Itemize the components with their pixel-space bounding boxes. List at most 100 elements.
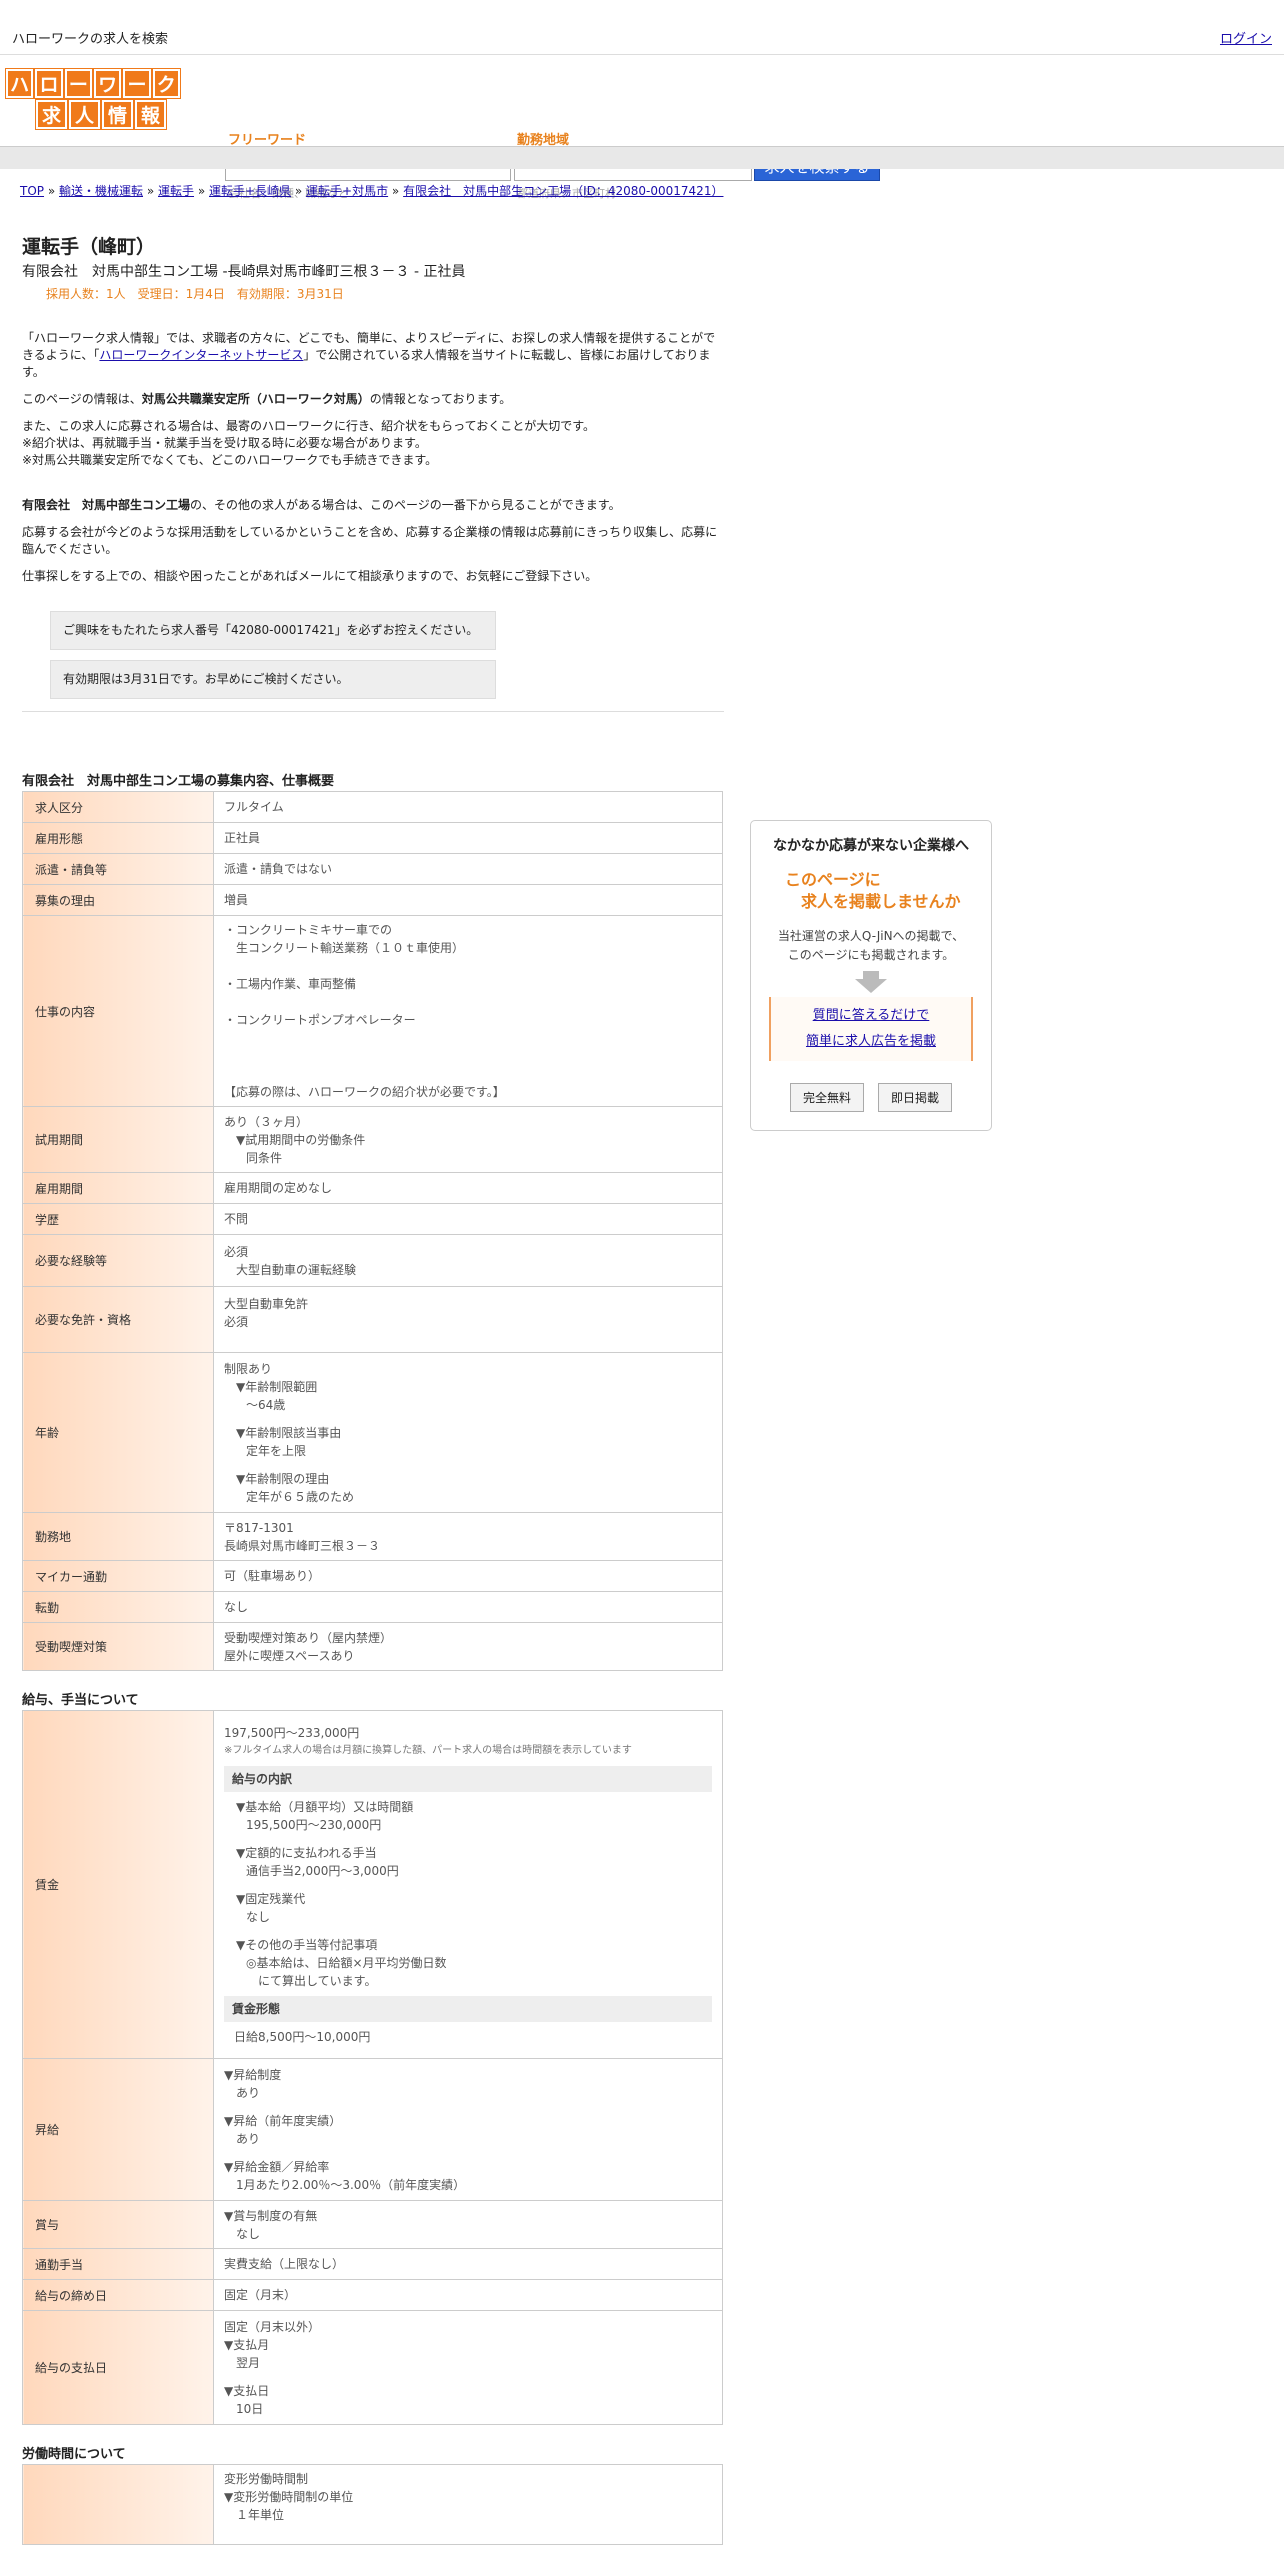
row-label: 転勤 <box>22 1591 214 1623</box>
job-number-note: ご興味をもたれたら求人番号「42080-00017421」を必ずお控えください。 <box>50 611 496 650</box>
table-row: 賃金 197,500円〜233,000円 ※フルタイム求人の場合は月額に換算した… <box>22 1710 723 2059</box>
intro-text-part: の情報となっております。 <box>369 392 512 406</box>
office-name: 対馬公共職業安定所（ハローワーク対馬） <box>141 392 370 406</box>
value-line: 生コンクリート輸送業務（１０ｔ車使用） <box>236 941 465 955</box>
login-link[interactable]: ログイン <box>1220 28 1272 47</box>
row-value: 〒817-1301 長崎県対馬市峰町三根３－３ <box>213 1512 723 1561</box>
top-bar: ハローワークの求人を検索 ログイン <box>0 0 1284 55</box>
value-line: ▼年齢制限範囲 <box>236 1379 318 1394</box>
value-line: ▼定額的に支払われる手当 <box>236 1845 377 1860</box>
value-line: ▼支払月 <box>224 2337 270 2352</box>
row-label: 雇用期間 <box>22 1172 214 1204</box>
table-row: 勤務地 〒817-1301 長崎県対馬市峰町三根３－３ <box>22 1512 723 1561</box>
intro-line: 仕事探しをする上での、相談や困ったことがあればメールにて相談承りますので、お気軽… <box>22 569 598 583</box>
row-value: 増員 <box>213 884 723 916</box>
table-row: 仕事の内容 ・コンクリートミキサー車での 生コンクリート輸送業務（１０ｔ車使用）… <box>22 915 723 1107</box>
intro-text: 「ハローワーク求人情報」では、求職者の方々に、どこでも、簡単に、よりスピーディに… <box>22 330 724 699</box>
value-line: 197,500円〜233,000円 <box>224 1725 360 1740</box>
table-row: 給与の締め日 固定（月末） <box>22 2279 723 2311</box>
down-arrow-icon <box>863 971 879 979</box>
table-row: 転勤 なし <box>22 1591 723 1623</box>
value-line: ▼昇給金額／昇給率 <box>224 2159 330 2174</box>
row-label: 求人区分 <box>22 791 214 823</box>
divider <box>22 711 724 712</box>
breadcrumb-link[interactable]: 運転手+対馬市 <box>306 184 388 198</box>
ad-link-box: 質問に答えるだけで 簡単に求人広告を掲載 <box>769 997 973 1061</box>
free-badge[interactable]: 完全無料 <box>789 1083 864 1112</box>
row-value: なし <box>213 1591 723 1623</box>
row-value: ▼賞与制度の有無 なし <box>213 2200 723 2249</box>
breadcrumb-link[interactable]: 輸送・機械運転 <box>59 184 143 198</box>
ad-link[interactable]: 質問に答えるだけで <box>813 1008 930 1023</box>
row-value: 可（駐車場あり） <box>213 1560 723 1592</box>
breadcrumb-link[interactable]: 有限会社 対馬中部生コン工場（ID：42080-00017421） <box>403 184 723 198</box>
row-value: 変形労働時間制 ▼変形労働時間制の単位 １年単位 <box>213 2464 723 2545</box>
table-row: 学歴 不問 <box>22 1203 723 1235</box>
ad-link[interactable]: 簡単に求人広告を掲載 <box>806 1034 936 1049</box>
ad-catchphrase: このページに 求人を掲載しませんか <box>785 869 991 913</box>
breadcrumb-link[interactable]: TOP <box>20 184 44 198</box>
hellowork-internet-link[interactable]: ハローワークインターネットサービス <box>99 348 303 362</box>
value-line: ▼その他の手当等付記事項 <box>236 1937 378 1952</box>
table-row: 通勤手当 実費支給（上限なし） <box>22 2248 723 2280</box>
row-label: 通勤手当 <box>22 2248 214 2280</box>
logo-char: ハ <box>4 68 35 99</box>
row-value: 雇用期間の定めなし <box>213 1172 723 1204</box>
value-line: 大型自動車免許 <box>224 1297 309 1311</box>
logo-char: ロ <box>34 68 64 99</box>
table-row: 変形労働時間制 ▼変形労働時間制の単位 １年単位 <box>22 2464 723 2545</box>
intro-line: 応募する会社が今どのような採用活動をしているかということを含め、応募する企業様の… <box>22 525 718 556</box>
row-value: ▼昇給制度 あり ▼昇給（前年度実績） あり ▼昇給金額／昇給率 1月あたり2.… <box>213 2058 723 2201</box>
value-line: 195,500円〜230,000円 <box>246 1817 382 1832</box>
table-row: 受動喫煙対策 受動喫煙対策あり（屋内禁煙） 屋外に喫煙スペースあり <box>22 1622 723 1671</box>
table-row: 派遣・請負等 派遣・請負ではない <box>22 853 723 885</box>
hellowork-logo[interactable]: ハ ロ ー ワ ー ク 求 人 情 報 <box>4 68 181 131</box>
value-line: ・コンクリートミキサー車での <box>224 923 393 937</box>
value-line: あり <box>236 2085 261 2100</box>
breadcrumb: TOP » 輸送・機械運転 » 運転手 » 運転手+長崎県 » 運転手+対馬市 … <box>20 184 724 198</box>
row-value: ・コンクリートミキサー車での 生コンクリート輸送業務（１０ｔ車使用） ・工場内作… <box>213 915 723 1107</box>
subsection-box: 給与の内訳 <box>224 1765 712 1792</box>
row-label: マイカー通勤 <box>22 1560 214 1592</box>
row-value: 必須 大型自動車の運転経験 <box>213 1234 723 1287</box>
row-value: 正社員 <box>213 822 723 854</box>
ad-text-line: 当社運営の求人Q-JiNへの掲載で、 <box>777 929 965 943</box>
value-line: 翌月 <box>236 2355 261 2370</box>
intro-line: ※対馬公共職業安定所でなくても、どこのハローワークでも手続きできます。 <box>22 453 438 467</box>
breadcrumb-link[interactable]: 運転手 <box>158 184 194 198</box>
table-row: 雇用形態 正社員 <box>22 822 723 854</box>
salary-table: 賃金 197,500円〜233,000円 ※フルタイム求人の場合は月額に換算した… <box>22 1710 723 2425</box>
value-line: 制限あり <box>224 1361 273 1376</box>
value-line: 屋外に喫煙スペースあり <box>224 1648 355 1663</box>
section-heading: 労働時間について <box>22 2447 126 2462</box>
intro-text-part: このページの情報は、 <box>22 392 142 406</box>
row-value: フルタイム <box>213 791 723 823</box>
value-note: ※フルタイム求人の場合は月額に換算した額、パート求人の場合は時間額を表示していま… <box>224 1744 632 1756</box>
logo-char: 報 <box>134 99 167 130</box>
row-label: 受動喫煙対策 <box>22 1622 214 1671</box>
value-line: ▼賞与制度の有無 <box>224 2208 318 2223</box>
row-value: 実費支給（上限なし） <box>213 2248 723 2280</box>
value-line: 〒817-1301 <box>224 1520 294 1535</box>
value-line: 必須 <box>224 1315 249 1329</box>
value-line: 定年を上限 <box>246 1443 307 1458</box>
table-row: 雇用期間 雇用期間の定めなし <box>22 1172 723 1204</box>
job-meta: 採用人数：1人 受理日：1月4日 有効期限：3月31日 <box>46 287 344 301</box>
row-value: 不問 <box>213 1203 723 1235</box>
row-value: 大型自動車免許 必須 <box>213 1286 723 1353</box>
table-row: 求人区分 フルタイム <box>22 791 723 823</box>
ad-buttons: 完全無料 即日掲載 <box>751 1083 991 1112</box>
intro-line: ※紹介状は、再就職手当・就業手当を受け取る時に必要な場合があります。 <box>22 436 427 450</box>
value-line: ▼支払日 <box>224 2383 270 2398</box>
ad-catch-line: 求人を掲載しませんか <box>801 892 961 911</box>
row-label: 給与の締め日 <box>22 2279 214 2311</box>
value-line: ▼固定残業代 <box>236 1891 306 1906</box>
breadcrumb-link[interactable]: 運転手+長崎県 <box>209 184 291 198</box>
value-line: 変形労働時間制 <box>224 2472 309 2486</box>
value-line: にて算出しています。 <box>258 1973 377 1988</box>
same-day-badge[interactable]: 即日掲載 <box>878 1083 953 1112</box>
value-line: 〜64歳 <box>246 1397 286 1412</box>
row-value: 固定（月末） <box>213 2279 723 2311</box>
row-label: 仕事の内容 <box>22 915 214 1107</box>
table-row: 募集の理由 増員 <box>22 884 723 916</box>
